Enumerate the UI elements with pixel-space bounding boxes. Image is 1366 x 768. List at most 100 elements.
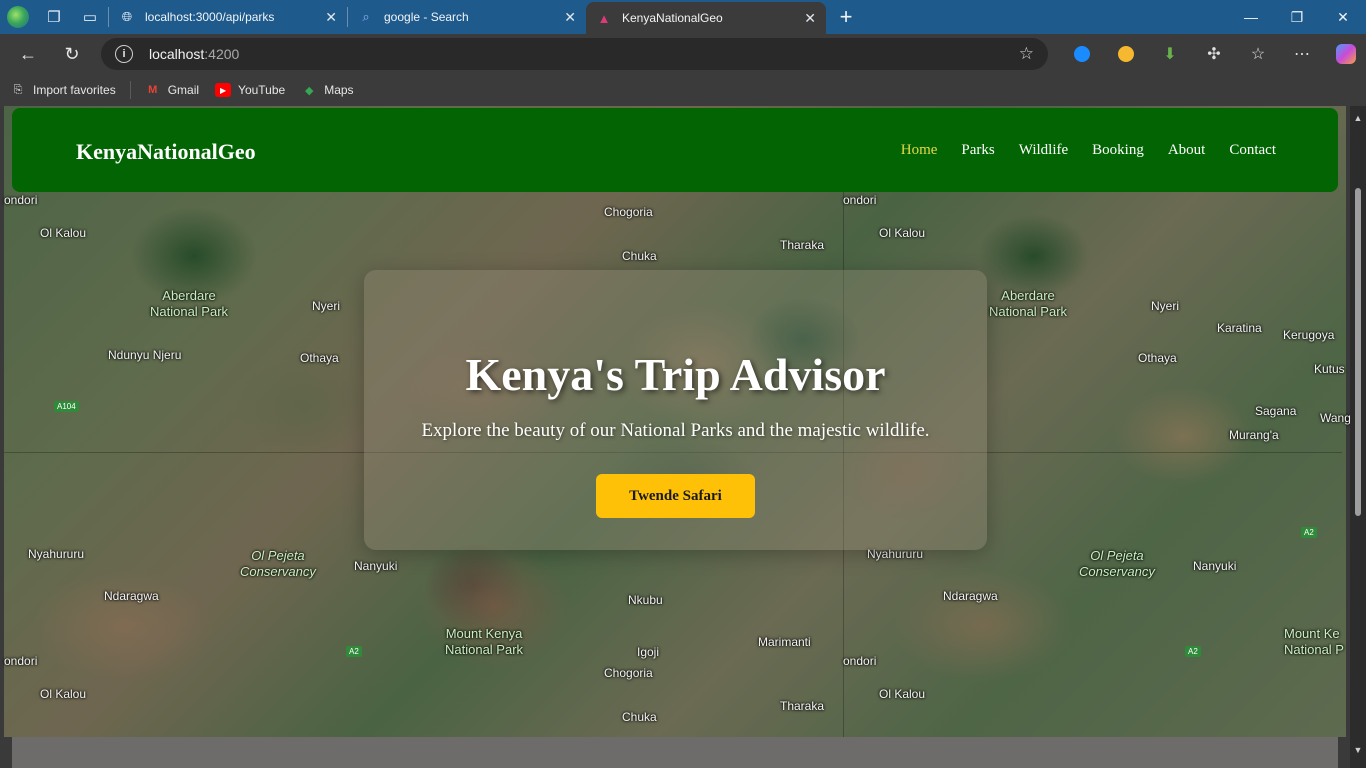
map-label: Nyeri — [312, 299, 341, 313]
map-label: Ol Kalou — [40, 226, 87, 240]
map-label: Nanyuki — [354, 559, 398, 573]
map-label: Marimanti — [758, 635, 811, 649]
tab-title: localhost:3000/api/parks — [145, 10, 275, 24]
hero-card: Kenya's Trip Advisor Explore the beauty … — [364, 270, 987, 550]
refresh-icon[interactable]: ↻ — [50, 34, 94, 74]
new-tab-button[interactable]: + — [826, 0, 866, 34]
download-extension-icon[interactable]: ⬇ — [1148, 34, 1192, 74]
close-icon[interactable]: ✕ — [325, 9, 337, 26]
back-icon[interactable]: ← — [6, 34, 50, 74]
coin-extension-icon[interactable] — [1104, 34, 1148, 74]
road-badge: A2 — [346, 646, 362, 657]
restore-icon[interactable]: ❐ — [1274, 0, 1320, 34]
favorite-star-icon[interactable]: ☆ — [1019, 44, 1034, 64]
map-label: Kerugoya — [1283, 328, 1335, 342]
map-label: Tharaka — [780, 238, 825, 252]
map-label: Wang — [1320, 411, 1351, 425]
page-footer-strip — [12, 737, 1338, 768]
favorites-icon[interactable]: ☆ — [1236, 34, 1280, 74]
address-host: localhost — [149, 46, 205, 62]
nav-link-wildlife[interactable]: Wildlife — [1019, 142, 1068, 159]
site-brand[interactable]: KenyaNationalGeo — [76, 139, 256, 165]
close-window-icon[interactable]: ✕ — [1320, 0, 1366, 34]
hero-subtitle: Explore the beauty of our National Parks… — [421, 420, 930, 441]
map-label: Chogoria — [604, 205, 653, 219]
close-icon[interactable]: ✕ — [804, 10, 816, 27]
nav-link-booking[interactable]: Booking — [1092, 142, 1144, 159]
more-options-icon[interactable]: ⋯ — [1280, 34, 1324, 74]
nav-link-about[interactable]: About — [1168, 142, 1206, 159]
map-label: Kutus — [1314, 362, 1345, 376]
map-label: Karatina — [1217, 321, 1262, 335]
map-label: Murang'a — [1229, 428, 1279, 442]
map-label: Chogoria — [604, 666, 653, 680]
extensions-puzzle-icon[interactable]: ✣ — [1192, 34, 1236, 74]
map-label: Ol Kalou — [40, 687, 87, 701]
map-label: ondori — [843, 654, 877, 668]
minimize-icon[interactable]: — — [1228, 0, 1274, 34]
nav-link-contact[interactable]: Contact — [1229, 142, 1276, 159]
tab-title: KenyaNationalGeo — [622, 11, 723, 25]
bookmark-import-favorites[interactable]: ⎘ Import favorites — [10, 83, 116, 97]
nav-links: Home Parks Wildlife Booking About Contac… — [877, 142, 1276, 159]
edge-profile-icon[interactable] — [0, 0, 36, 34]
bookmark-label: Gmail — [167, 83, 200, 97]
site-navbar: KenyaNationalGeo Home Parks Wildlife Boo… — [12, 108, 1338, 192]
site-info-icon[interactable]: i — [115, 45, 133, 63]
map-label: Ol Kalou — [879, 226, 926, 240]
map-label-park: Mount Ke National P — [1284, 626, 1344, 657]
page-scrollbar[interactable]: ▲ ▼ — [1350, 106, 1366, 768]
bookmark-label: YouTube — [238, 83, 286, 97]
map-label: ondori — [4, 654, 38, 668]
bookmark-maps[interactable]: ◆ Maps — [301, 83, 354, 97]
map-label: Chuka — [622, 249, 657, 263]
map-label: ondori — [843, 193, 877, 207]
address-bar[interactable]: i localhost:4200 ☆ — [101, 38, 1048, 70]
nav-link-home[interactable]: Home — [901, 142, 938, 159]
map-label: Tharaka — [780, 699, 825, 713]
tab-kenyanationalgeo[interactable]: ▲ KenyaNationalGeo ✕ — [586, 2, 826, 34]
road-badge: A2 — [1301, 527, 1317, 538]
map-label-park: Aberdare National Park — [150, 288, 229, 319]
window-controls: — ❐ ✕ — [1228, 0, 1366, 34]
scroll-up-icon[interactable]: ▲ — [1350, 110, 1366, 126]
copilot-icon[interactable] — [1324, 34, 1366, 74]
page-viewport: ondori Ol Kalou Chogoria Tharaka Chuka A… — [0, 106, 1366, 768]
angular-icon: ▲ — [597, 10, 611, 26]
twende-safari-button[interactable]: Twende Safari — [596, 474, 755, 518]
scrollbar-thumb[interactable] — [1355, 188, 1361, 516]
bookmark-gmail[interactable]: M Gmail — [145, 83, 199, 97]
bookmark-label: Import favorites — [33, 83, 116, 97]
map-label: Ndunyu Njeru — [108, 348, 182, 362]
extensions-area: ⬇ ✣ ☆ ⋯ — [1060, 34, 1366, 74]
map-label: Othaya — [1138, 351, 1177, 365]
workspaces-icon[interactable]: ❐ — [36, 0, 72, 34]
globe-icon: 🌐︎ — [121, 9, 133, 24]
shazam-extension-icon[interactable] — [1060, 34, 1104, 74]
address-port: :4200 — [204, 46, 240, 62]
road-badge: A2 — [1185, 646, 1201, 657]
maps-icon: ◆ — [304, 84, 314, 97]
tab-strip: ❐ ▭ 🌐︎ localhost:3000/api/parks ✕ ⌕ goog… — [0, 0, 1366, 34]
tab-title: google - Search — [384, 10, 469, 24]
close-icon[interactable]: ✕ — [564, 9, 576, 26]
map-label-park: Aberdare National Park — [989, 288, 1068, 319]
bookmark-label: Maps — [324, 83, 354, 97]
tab-parks-api[interactable]: 🌐︎ localhost:3000/api/parks ✕ — [109, 0, 347, 34]
nav-link-parks[interactable]: Parks — [961, 142, 994, 159]
tab-actions-icon[interactable]: ▭ — [72, 0, 108, 34]
search-icon: ⌕ — [362, 9, 370, 24]
import-icon: ⎘ — [13, 83, 23, 96]
bookmark-youtube[interactable]: ▶ YouTube — [215, 83, 285, 97]
tab-google-search[interactable]: ⌕ google - Search ✕ — [348, 0, 586, 34]
hero-title: Kenya's Trip Advisor — [465, 349, 886, 400]
map-label: Ndaragwa — [104, 589, 159, 603]
map-label: Nyahururu — [28, 547, 85, 561]
map-label-conservancy: Ol Pejeta Conservancy — [240, 548, 316, 579]
bookmarks-bar: ⎘ Import favorites M Gmail ▶ YouTube ◆ M… — [0, 74, 1366, 106]
youtube-icon: ▶ — [215, 83, 232, 97]
map-label-park: Mount Kenya National Park — [445, 626, 524, 657]
scroll-down-icon[interactable]: ▼ — [1350, 742, 1366, 758]
map-label: Chuka — [622, 710, 657, 724]
map-label-conservancy: Ol Pejeta Conservancy — [1079, 548, 1155, 579]
